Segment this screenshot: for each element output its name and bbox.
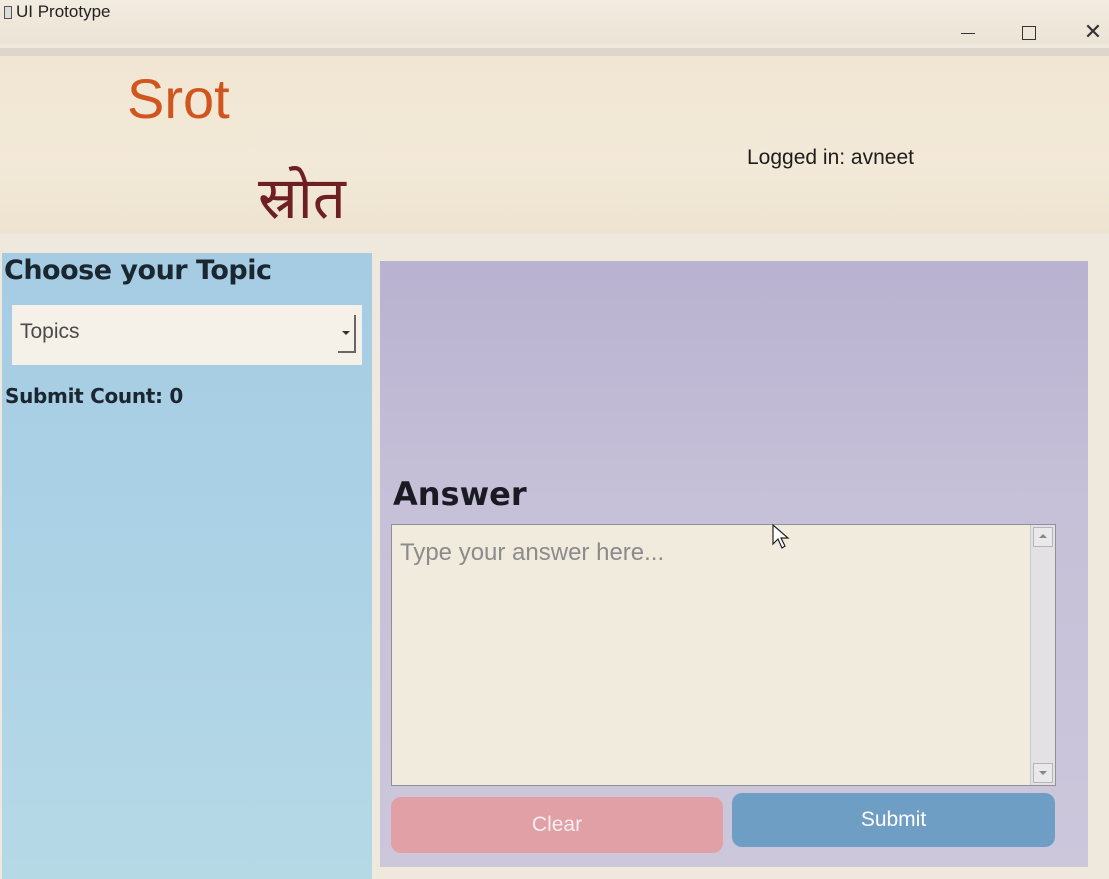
scroll-up-icon[interactable] [1033,527,1053,547]
scroll-down-icon[interactable] [1033,763,1053,783]
chevron-down-icon[interactable] [338,315,356,353]
login-status: Logged in: avneet [747,146,914,169]
maximize-button[interactable] [1009,20,1049,46]
topic-panel: Choose your Topic Topics Submit Count: 0 [2,253,372,879]
brand-title-english: Srot [127,67,230,130]
topic-dropdown[interactable]: Topics [12,305,362,365]
app-icon [4,6,12,19]
answer-label: Answer [393,475,527,513]
close-icon: ✕ [1083,20,1103,45]
clear-button[interactable]: Clear [391,797,723,853]
mouse-pointer-icon [772,523,790,554]
app-window: UI Prototype ✕ Srot स्रोत Logged in: avn… [0,0,1109,879]
minimize-button[interactable] [948,20,988,46]
header: Srot स्रोत Logged in: avneet [0,48,1109,234]
brand-title-hindi: स्रोत [258,164,346,232]
minimize-icon [961,32,975,34]
topic-heading: Choose your Topic [4,255,272,286]
title-bar: UI Prototype ✕ [0,0,1109,46]
topic-dropdown-value: Topics [20,320,80,343]
maximize-icon [1022,26,1036,40]
answer-placeholder: Type your answer here... [400,539,665,566]
answer-scrollbar[interactable] [1030,525,1055,785]
submit-count: Submit Count: 0 [5,384,184,408]
answer-textarea[interactable]: Type your answer here... [391,524,1056,786]
answer-panel: Answer Type your answer here... Clear Su… [380,261,1088,867]
window-title: UI Prototype [16,2,111,21]
close-button[interactable]: ✕ [1073,20,1109,46]
submit-button[interactable]: Submit [732,793,1055,847]
